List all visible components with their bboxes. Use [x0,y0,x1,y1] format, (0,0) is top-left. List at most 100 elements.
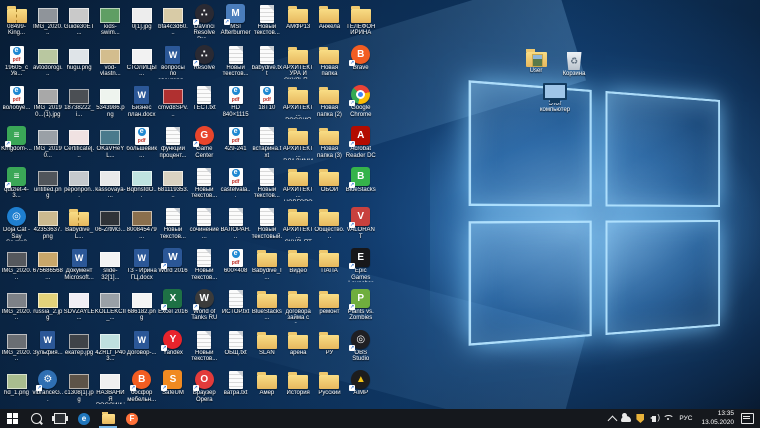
desktop-icon[interactable]: Новый текстов... [157,204,188,244]
desktop-icon[interactable]: BBrave [345,42,376,82]
pinned-edge[interactable]: e [72,409,96,428]
desktop-icon-корзина[interactable]: ♻ Корзина [557,52,591,77]
desktop-icon[interactable]: OKaVHeYL... [95,123,126,163]
tray-chevron-icon[interactable] [605,409,619,428]
desktop-icon[interactable]: Wвопросы по авангард... [157,42,188,82]
desktop-icon[interactable]: russia_2.jpg [32,286,63,326]
desktop-icon[interactable]: IMG_2020... [32,1,63,41]
desktop-icon[interactable]: hugu.png [64,42,95,82]
desktop-icon[interactable]: ≡quizlet-4-3... [1,164,32,204]
desktop-icon[interactable]: Новый текстовый... [251,204,282,244]
desktop-icon[interactable]: функции процент... [157,123,188,163]
desktop-icon[interactable]: АРХИТЕКТ... НОВГОРОД [283,164,314,204]
desktop-icon[interactable]: ОБЩ.txt [220,327,251,367]
desktop-icon[interactable]: WWord 2016 [157,245,188,285]
desktop-icon[interactable]: ∴DaVinci Resolve Pro... [189,1,220,41]
desktop-icon[interactable]: HD 840×1115 [220,82,251,122]
network-icon[interactable] [661,409,675,428]
desktop-icon[interactable]: 08499-King... [1,1,32,41]
desktop-icon[interactable]: VVALORANT [345,204,376,244]
desktop-icon[interactable]: IMG_2020... [1,286,32,326]
desktop-icon[interactable]: РУ [314,327,345,367]
pinned-firefox[interactable]: F [120,409,144,428]
desktop-icon[interactable]: большевик... [126,123,157,163]
desktop-icon[interactable]: babydive.txt [251,42,282,82]
desktop-icon[interactable]: W Зульфия... [32,327,63,367]
desktop-icon[interactable]: SDVZAYLE... [64,286,95,326]
desktop-icon[interactable]: cmvd8SPv... [157,82,188,122]
desktop-icon[interactable]: Новый текстов... [251,164,282,204]
desktop-icon[interactable]: KOLLEKCII_... [95,286,126,326]
desktop-icon[interactable]: 675686568... [32,245,63,285]
desktop-icon[interactable]: 429-241 [220,123,251,163]
desktop-icon[interactable]: PPlants vs. Zombies [345,286,376,326]
desktop-icon[interactable]: slide-32[1]... [95,245,126,285]
desktop-icon[interactable]: kids-swim... [95,1,126,41]
desktop-icon[interactable]: 681119353... [157,164,188,204]
desktop-icon[interactable]: Анжела [314,1,345,41]
desktop-icon[interactable]: ремонт [314,286,345,326]
desktop-icon[interactable]: GGame Center [189,123,220,163]
desktop-icon[interactable]: peponpon... [64,164,95,204]
desktop-icon[interactable]: АРХИТЕКТ... ВЛАДИМИР [283,123,314,163]
desktop-icon[interactable]: IMG_2020... [1,245,32,285]
desktop-icon[interactable]: SLAN [251,327,282,367]
desktop-icon[interactable]: ТЕСТ.txt [189,82,220,122]
defender-shield-icon[interactable] [633,409,647,428]
desktop-icon[interactable]: сочинение... [189,204,220,244]
desktop-icon[interactable]: 18738222_i... [64,82,95,122]
desktop-icon[interactable]: avtodorogi... [32,42,63,82]
desktop-icon[interactable]: 19605_с Ув... [1,42,32,82]
desktop-icon[interactable]: 06-ZrtMG... [95,204,126,244]
desktop-icon[interactable]: IMG_2020... [1,327,32,367]
desktop-icon[interactable]: 5343986.png [95,82,126,122]
desktop-icon-user[interactable]: User [519,49,553,74]
desktop-icon[interactable]: АРХИТЕКТ... РОССИЯ И... [283,82,314,122]
volume-icon[interactable] [647,409,661,428]
desktop-icon[interactable]: 18Т10 [251,82,282,122]
desktop-icon[interactable]: AAcrobat Reader DC [345,123,376,163]
desktop-icon[interactable]: ИСТОР.txt [220,286,251,326]
desktop-icon[interactable]: OБраузер Opera [189,367,220,407]
desktop-icon[interactable]: ТЕЛЕФОН ИРИНА [345,1,376,41]
desktop-icon[interactable]: 0[1].jpg [126,1,157,41]
desktop-icon[interactable]: ватра.txt [220,367,251,407]
desktop-icon[interactable]: Общество... [314,204,345,244]
desktop-icon[interactable]: Bбосфор мебельн... [126,367,157,407]
desktop-icon[interactable]: екатер.jpg [64,327,95,367]
desktop-icon[interactable]: Certificate[... [64,123,95,163]
desktop-icon[interactable]: YYandex [157,327,188,367]
desktop-icon[interactable]: W Документ Microsoft... [64,245,95,285]
desktop-icon[interactable]: XExcel 2016 [157,286,188,326]
desktop-icon[interactable]: с1308[1].jpg [64,367,95,407]
desktop-icon[interactable]: W ТЗ - Ирина ГЦ.docx [126,245,157,285]
desktop-icon[interactable]: 4ZRLf_P403... [95,327,126,367]
desktop-icon[interactable]: EEpic Games Launcher [345,245,376,285]
desktop-icon[interactable]: волобуе... [1,82,32,122]
desktop-icon[interactable]: SSafeUM [157,367,188,407]
desktop-icon[interactable]: НАЗВАНИЯ РОССИИ.jpg [95,367,126,407]
search-button[interactable] [24,409,48,428]
desktop-icon[interactable]: 686182.png [126,286,157,326]
desktop-icon[interactable]: ◎OBS Studio [345,327,376,367]
onedrive-icon[interactable] [619,409,633,428]
desktop-icon[interactable]: BBlueStacks [345,164,376,204]
desktop-icon[interactable]: 800845479... [126,204,157,244]
desktop-icon[interactable]: СТОЛИЦЫ... [126,42,157,82]
desktop-icon[interactable]: договора займа с о... [283,286,314,326]
desktop-icon[interactable]: MMSI Afterburner [220,1,251,41]
desktop-icon[interactable]: 42353637.png [32,204,63,244]
desktop-icon[interactable]: Новый текстов... [189,164,220,204]
desktop-icon[interactable]: untitled.png [32,164,63,204]
desktop-icon[interactable]: встарина.txt [251,123,282,163]
desktop-icon[interactable]: ∴Resolve [189,42,220,82]
desktop-icon[interactable]: ⚙vibranceG... [32,367,63,407]
desktop-icon[interactable]: ПАПА [314,245,345,285]
desktop-icon[interactable]: Новая папка [314,42,345,82]
desktop-icon[interactable]: История [283,367,314,407]
desktop-icon[interactable]: IMG_20190...(1).jpg [32,82,63,122]
desktop-icon[interactable]: ≡Kingdom-... [1,123,32,163]
desktop-icon[interactable]: АМФР13 [283,1,314,41]
desktop-icon[interactable]: Новый текстов... [251,1,282,41]
desktop-icon[interactable]: bfa4c3d60... [157,1,188,41]
